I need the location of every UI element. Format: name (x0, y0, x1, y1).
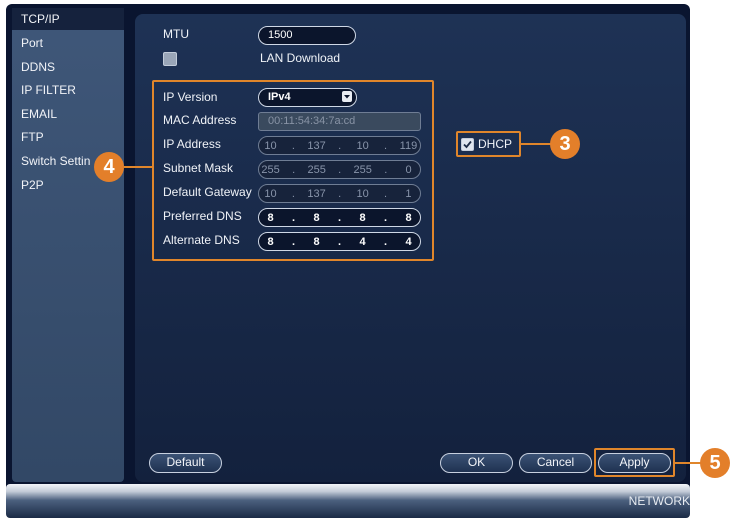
octet-separator: . (384, 163, 388, 176)
apply-button[interactable]: Apply (598, 453, 671, 473)
ip-octet: 137 (307, 187, 326, 200)
sidebar-item-email[interactable]: EMAIL (12, 103, 124, 125)
callout-badge-4: 4 (94, 152, 124, 182)
octet-separator: . (291, 187, 295, 200)
mtu-value: 1500 (268, 29, 293, 41)
sidebar-item-ftp[interactable]: FTP (12, 126, 124, 148)
ip-octet[interactable]: 4 (354, 236, 372, 248)
ip-version-label: IP Version (163, 90, 218, 104)
sidebar-item-ddns[interactable]: DDNS (12, 56, 124, 78)
mac-address-field: 00:11:54:34:7a:cd (258, 112, 421, 131)
callout-line (521, 143, 551, 145)
ip-octet[interactable]: 8 (308, 236, 326, 248)
sidebar-item-port[interactable]: Port (12, 32, 124, 54)
octet-separator: . (338, 139, 342, 152)
ip-octet[interactable]: 8 (400, 212, 418, 224)
ip-octet[interactable]: 8 (262, 236, 280, 248)
alternate-dns-field[interactable]: 8. 8. 4. 4 (258, 232, 421, 251)
preferred-dns-field[interactable]: 8. 8. 8. 8 (258, 208, 421, 227)
callout-badge-5: 5 (700, 448, 730, 478)
ip-octet: 10 (356, 187, 369, 200)
ip-octet: 10 (356, 139, 369, 152)
ip-octet: 119 (399, 139, 418, 152)
sidebar-item-ip-filter[interactable]: IP FILTER (12, 79, 124, 101)
default-button[interactable]: Default (149, 453, 222, 473)
footer-title: NETWORK (628, 494, 690, 508)
ip-address-label: IP Address (163, 137, 221, 151)
alternate-dns-label: Alternate DNS (163, 233, 240, 247)
ip-octet: 1 (405, 187, 412, 200)
sidebar: TCP/IP Port DDNS IP FILTER EMAIL FTP Swi… (12, 8, 124, 482)
octet-separator: . (291, 139, 295, 152)
ip-octet[interactable]: 4 (400, 236, 418, 248)
ip-octet: 255 (353, 163, 372, 176)
ip-octet: 255 (261, 163, 280, 176)
octet-separator: . (291, 235, 296, 248)
octet-separator: . (292, 163, 296, 176)
octet-separator: . (291, 211, 296, 224)
callout-line (124, 166, 154, 168)
sidebar-item-tcpip[interactable]: TCP/IP (12, 8, 124, 30)
check-icon (463, 140, 472, 149)
chevron-down-icon (342, 91, 352, 102)
ip-octet: 0 (405, 163, 412, 176)
octet-separator: . (383, 235, 388, 248)
ip-octet[interactable]: 8 (308, 212, 326, 224)
footer-bar (6, 484, 690, 518)
ip-octet: 255 (307, 163, 326, 176)
octet-separator: . (383, 211, 388, 224)
ok-button[interactable]: OK (440, 453, 513, 473)
dhcp-checkbox[interactable] (461, 138, 474, 151)
mtu-label: MTU (163, 27, 189, 41)
lan-download-label: LAN Download (260, 51, 341, 65)
octet-separator: . (338, 163, 342, 176)
callout-line (675, 462, 701, 464)
ip-octet[interactable]: 8 (262, 212, 280, 224)
octet-separator: . (338, 187, 342, 200)
callout-badge-3: 3 (550, 129, 580, 159)
ip-octet: 10 (264, 139, 277, 152)
ip-octet: 10 (264, 187, 277, 200)
mac-address-value: 00:11:54:34:7a:cd (268, 115, 356, 127)
ip-version-select[interactable]: IPv4 (258, 88, 357, 107)
subnet-mask-field: 255. 255. 255. 0 (258, 160, 421, 179)
default-gateway-field: 10. 137. 10. 1 (258, 184, 421, 203)
ip-octet: 137 (307, 139, 326, 152)
preferred-dns-label: Preferred DNS (163, 209, 242, 223)
octet-separator: . (383, 139, 388, 152)
ip-octet[interactable]: 8 (354, 212, 372, 224)
default-gateway-label: Default Gateway (163, 185, 252, 199)
dhcp-label: DHCP (478, 137, 513, 151)
cancel-button[interactable]: Cancel (519, 453, 592, 473)
mtu-field[interactable]: 1500 (258, 26, 356, 45)
mac-address-label: MAC Address (163, 113, 237, 127)
ip-address-field: 10. 137. 10. 119 (258, 136, 421, 155)
octet-separator: . (337, 211, 342, 224)
lan-download-checkbox[interactable] (163, 52, 177, 66)
subnet-mask-label: Subnet Mask (163, 161, 234, 175)
octet-separator: . (337, 235, 342, 248)
ip-version-value: IPv4 (268, 91, 291, 103)
octet-separator: . (383, 187, 388, 200)
